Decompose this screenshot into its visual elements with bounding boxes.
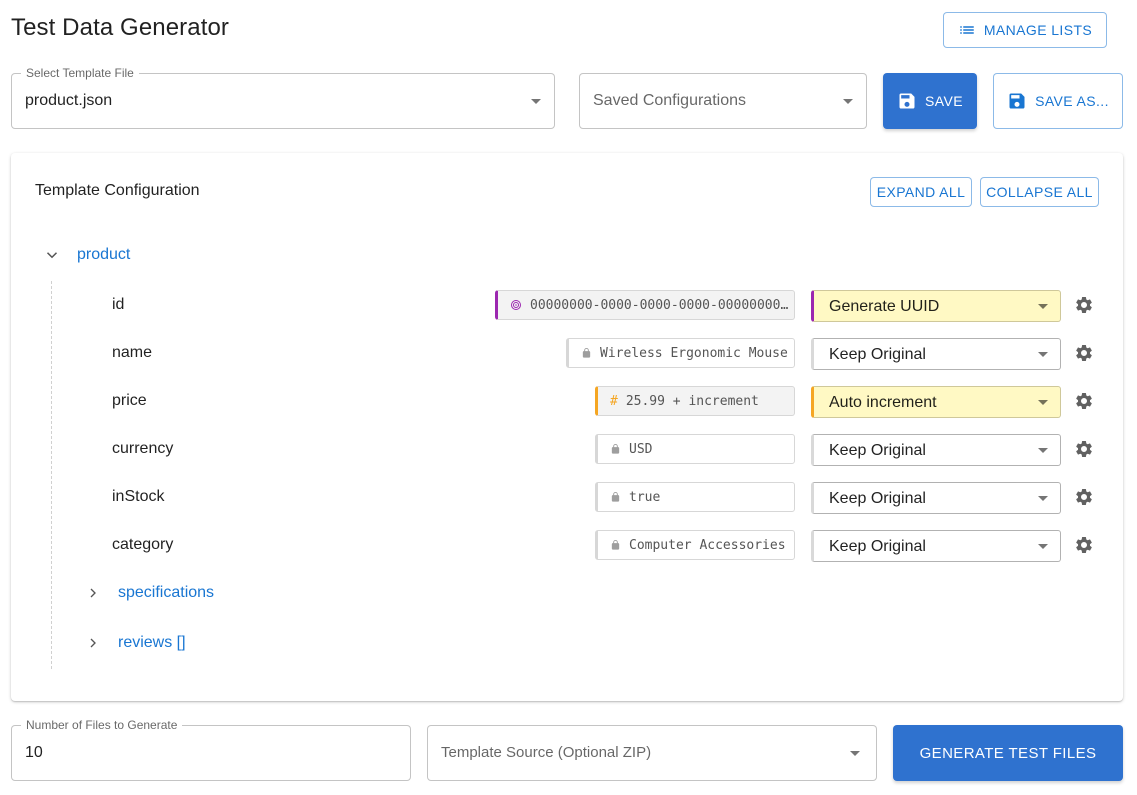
field-value-chip: Wireless Ergonomic Mouse [566,338,795,368]
field-row-price: price # 25.99 + increment Auto increment [11,377,1123,425]
save-icon [1009,93,1025,109]
collapse-all-button[interactable]: COLLAPSE ALL [980,177,1099,207]
lock-icon [611,539,620,550]
save-button[interactable]: SAVE [883,73,977,129]
dropdown-arrow-icon [1038,352,1048,357]
dropdown-arrow-icon [1038,304,1048,309]
saved-configurations-select[interactable]: Saved Configurations [579,73,867,129]
app-title: Test Data Generator [11,14,230,41]
field-value-chip: # 25.99 + increment [595,386,795,416]
gear-icon[interactable] [1074,439,1094,459]
tree-node-specifications[interactable]: specifications [118,584,214,602]
hash-icon: # [610,393,618,409]
field-value: true [629,489,661,505]
strategy-value: Keep Original [829,442,926,459]
field-row-category: category Computer Accessories Keep Origi… [11,521,1123,569]
gear-icon[interactable] [1074,295,1094,315]
field-name: category [112,536,174,553]
template-source-placeholder: Template Source (Optional ZIP) [441,744,652,761]
field-value: USD [629,441,653,457]
dropdown-arrow-icon [1038,496,1048,501]
strategy-value: Keep Original [829,538,926,555]
strategy-select[interactable]: Auto increment [811,386,1061,418]
strategy-select[interactable]: Keep Original [811,530,1061,562]
strategy-value: Generate UUID [829,298,940,315]
gear-icon[interactable] [1074,535,1094,555]
manage-lists-label: MANAGE LISTS [983,22,1093,38]
lock-icon [611,491,620,502]
save-label: SAVE [925,93,963,109]
chevron-right-icon[interactable] [85,634,101,652]
fingerprint-icon [511,300,521,310]
template-configuration-card: Template Configuration EXPAND ALL COLLAP… [11,153,1123,701]
files-count-label: Number of Files to Generate [21,718,183,732]
field-value: 25.99 + increment [625,393,759,409]
field-name: currency [112,440,174,457]
field-value-chip: Computer Accessories [595,530,795,560]
tree-node-product[interactable]: product [77,246,130,264]
files-count-value: 10 [25,744,43,761]
dropdown-arrow-icon [531,99,541,104]
tree-node-reviews[interactable]: reviews [] [118,634,186,652]
dropdown-arrow-icon [843,99,853,104]
strategy-select[interactable]: Keep Original [811,338,1061,370]
field-row-currency: currency USD Keep Original [11,425,1123,473]
strategy-value: Keep Original [829,490,926,507]
field-value: 00000000-0000-0000-0000-00000000… [530,297,789,313]
save-as-label: SAVE AS... [1035,93,1109,109]
field-row-id: id 00000000-0000-0000-0000-00000000… Gen… [11,281,1123,329]
strategy-value: Auto increment [829,394,937,411]
save-as-button[interactable]: SAVE AS... [993,73,1123,129]
lock-icon [611,443,620,454]
field-name: price [112,392,147,409]
strategy-value: Keep Original [829,346,926,363]
dropdown-arrow-icon [1038,400,1048,405]
template-file-value: product.json [25,92,113,109]
gear-icon[interactable] [1074,487,1094,507]
card-title: Template Configuration [35,182,200,199]
dropdown-arrow-icon [850,751,860,756]
template-file-label: Select Template File [21,66,139,80]
template-source-select[interactable]: Template Source (Optional ZIP) [427,725,877,781]
strategy-select[interactable]: Generate UUID [811,290,1061,322]
saved-configurations-placeholder: Saved Configurations [593,92,746,109]
field-name: inStock [112,488,165,505]
list-icon [960,26,974,34]
lock-icon [582,347,591,358]
field-name: name [112,344,153,361]
dropdown-arrow-icon [1038,448,1048,453]
manage-lists-button[interactable]: MANAGE LISTS [943,12,1107,48]
field-row-instock: inStock true Keep Original [11,473,1123,521]
generate-test-files-button[interactable]: GENERATE TEST FILES [893,725,1123,781]
files-count-field[interactable]: Number of Files to Generate 10 [11,718,411,781]
gear-icon[interactable] [1074,391,1094,411]
field-value-chip: 00000000-0000-0000-0000-00000000… [495,290,795,320]
expand-all-button[interactable]: EXPAND ALL [870,177,972,207]
field-name: id [112,296,125,313]
field-value-chip: USD [595,434,795,464]
dropdown-arrow-icon [1038,544,1048,549]
save-icon [899,93,915,109]
chevron-down-icon[interactable] [43,246,61,264]
field-value-chip: true [595,482,795,512]
strategy-select[interactable]: Keep Original [811,482,1061,514]
template-file-select[interactable]: Select Template File product.json [11,66,555,129]
field-value: Computer Accessories [629,537,786,553]
chevron-right-icon[interactable] [85,584,101,602]
field-value: Wireless Ergonomic Mouse [600,345,788,361]
strategy-select[interactable]: Keep Original [811,434,1061,466]
gear-icon[interactable] [1074,343,1094,363]
field-row-name: name Wireless Ergonomic Mouse Keep Origi… [11,329,1123,377]
